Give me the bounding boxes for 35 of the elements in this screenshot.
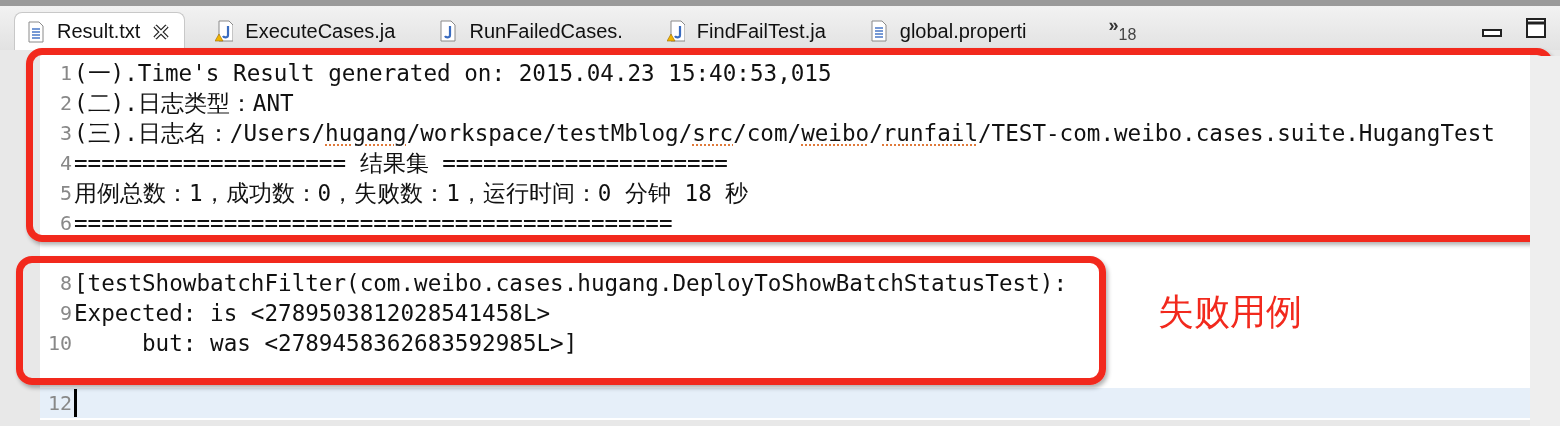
code-line: but: was <2789458362683592985L>] [141, 330, 578, 356]
java-file-warning-icon [666, 20, 685, 42]
code-line: [testShowbatchFilter(com.weibo.cases.hugang.DeployToShowBatchStatusTest): [74, 270, 1067, 296]
editor-tab[interactable]: FindFailTest.ja [654, 12, 840, 50]
editor-tab[interactable]: ExecuteCases.ja [203, 12, 410, 50]
close-icon[interactable] [152, 22, 171, 41]
java-file-icon [439, 20, 458, 42]
editor-tab[interactable]: RunFailedCases. [427, 12, 637, 50]
line-number: 10 [47, 331, 72, 355]
maximize-button[interactable] [1526, 18, 1546, 38]
line-number: 12 [47, 391, 72, 415]
editor-tab[interactable]: global.properti [857, 12, 1041, 50]
line-number: 8 [59, 271, 72, 295]
line-number: 4 [59, 151, 72, 175]
code-line: (三).日志名：/Users/hugang/workspace/testMblog/src/com/weibo/runfail/TEST-com.weibo.cases.suite.HugangTest [74, 118, 1495, 148]
scrollbar-track[interactable] [1530, 56, 1560, 426]
line-number: 9 [59, 301, 72, 325]
annotation-label: 失败用例 [1158, 290, 1302, 334]
code-line: 用例总数：1，成功数：0，失败数：1，运行时间：0 分钟 18 秒 [74, 178, 749, 208]
line-number: 3 [59, 121, 72, 145]
code-line: (二).日志类型：ANT [74, 88, 294, 118]
code-line: (一).Time's Result generated on: 2015.04.23 15:40:53,015 [74, 58, 832, 88]
text-file-icon [869, 20, 888, 42]
code-line: ============================================ [74, 210, 673, 236]
maximize-icon [1526, 18, 1546, 38]
code-line: ==================== 结果集 ===================== [74, 148, 728, 178]
line-number: 1 [59, 61, 72, 85]
text-file-icon [27, 20, 45, 43]
code-line: Expected: is <2789503812028541458L> [74, 300, 551, 326]
line-number: 6 [59, 211, 72, 235]
line-number: 2 [59, 91, 72, 115]
java-file-warning-icon [215, 20, 234, 42]
text-cursor [74, 389, 77, 417]
line-number: 5 [59, 181, 72, 205]
editor-tab[interactable]: Result.txt [14, 12, 186, 50]
